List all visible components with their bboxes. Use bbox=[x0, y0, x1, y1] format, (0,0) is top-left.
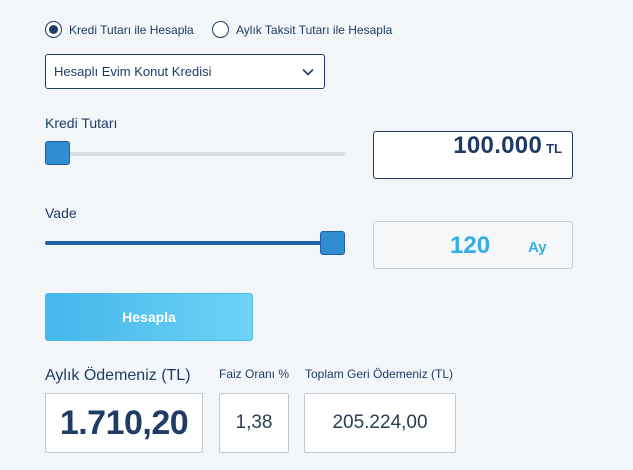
term-label: Vade bbox=[45, 205, 77, 221]
monthly-payment-label: Aylık Ödemeniz (TL) bbox=[45, 367, 191, 384]
loan-amount-slider-thumb[interactable] bbox=[45, 141, 70, 165]
radio-aylik-taksit[interactable]: Aylık Taksit Tutarı ile Hesapla bbox=[212, 21, 392, 38]
calculate-button[interactable]: Hesapla bbox=[45, 293, 253, 341]
term-slider-fill bbox=[45, 241, 333, 245]
loan-amount-label: Kredi Tutarı bbox=[45, 115, 118, 131]
loan-type-select[interactable]: Hesaplı Evim Konut Kredisi bbox=[45, 54, 325, 89]
loan-type-selected: Hesaplı Evim Konut Kredisi bbox=[54, 64, 212, 79]
loan-amount-unit: TL bbox=[546, 141, 562, 156]
radio-selected-icon bbox=[45, 21, 62, 38]
radio-kredi-tutari[interactable]: Kredi Tutarı ile Hesapla bbox=[45, 21, 194, 38]
total-payment-box: 205.224,00 bbox=[304, 393, 456, 453]
monthly-payment-box: 1.710,20 bbox=[45, 393, 203, 453]
total-payment-label: Toplam Geri Ödemeniz (TL) bbox=[305, 367, 454, 381]
term-slider-thumb[interactable] bbox=[320, 231, 345, 255]
interest-rate-label: Faiz Oranı % bbox=[219, 367, 290, 381]
total-payment-value: 205.224,00 bbox=[332, 412, 428, 433]
term-slider-track[interactable] bbox=[45, 241, 345, 245]
chevron-down-icon bbox=[302, 68, 314, 76]
loan-amount-value: 100.000 bbox=[453, 132, 543, 159]
radio-label-kredi-tutari: Kredi Tutarı ile Hesapla bbox=[69, 22, 194, 37]
radio-unselected-icon bbox=[212, 21, 229, 38]
radio-label-aylik-taksit: Aylık Taksit Tutarı ile Hesapla bbox=[236, 22, 393, 37]
interest-rate-box: 1,38 bbox=[219, 393, 289, 453]
loan-amount-input[interactable]: 100.000 TL bbox=[373, 131, 573, 179]
loan-amount-slider-track[interactable] bbox=[45, 152, 345, 156]
term-input[interactable]: 120 Ay bbox=[373, 221, 573, 269]
term-value: 120 bbox=[450, 232, 491, 259]
interest-rate-value: 1,38 bbox=[235, 412, 273, 433]
monthly-payment-value: 1.710,20 bbox=[59, 403, 189, 442]
term-unit: Ay bbox=[528, 239, 547, 256]
